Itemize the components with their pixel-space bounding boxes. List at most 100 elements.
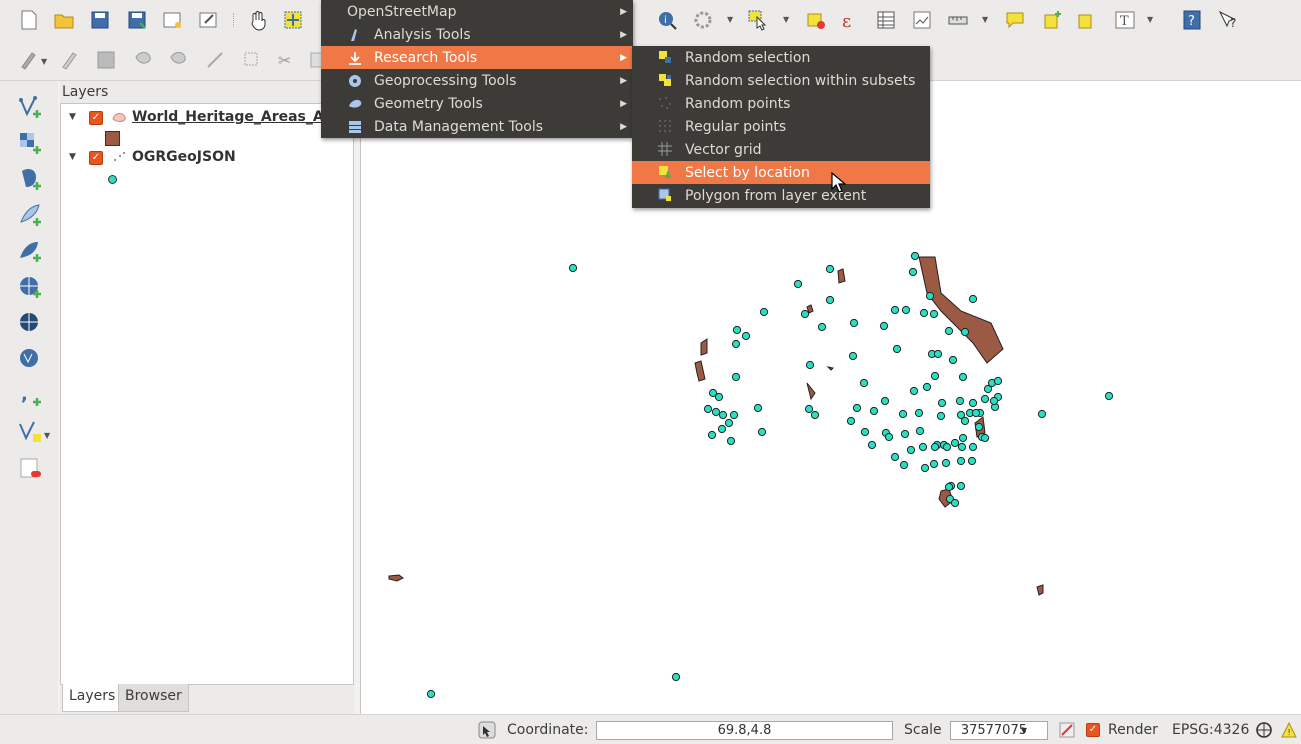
menu-item-random-points[interactable]: Random points	[632, 92, 930, 115]
text-annotation-icon[interactable]: T	[1112, 7, 1138, 33]
site-point	[879, 321, 889, 331]
add-postgis-layer-icon[interactable]	[15, 164, 45, 194]
help-contents-icon[interactable]: ?	[1179, 7, 1205, 33]
field-calculator-icon[interactable]: ε	[838, 7, 864, 33]
mouse-coordinate-icon[interactable]	[478, 721, 496, 739]
chevron-down-icon[interactable]: ▼	[1021, 722, 1027, 739]
collapse-arrow-icon[interactable]: ▼	[69, 112, 76, 122]
heritage-area-polygon	[918, 256, 1004, 364]
save-project-icon[interactable]	[87, 7, 113, 33]
layer-row-world-heritage[interactable]: ▼ ✓ World_Heritage_Areas_Aus	[61, 107, 353, 129]
menu-item-random-selection[interactable]: Random selection	[632, 46, 930, 69]
menu-item-data-management-tools[interactable]: Data Management Tools ▶	[321, 115, 633, 138]
vector-grid-icon	[658, 142, 672, 156]
save-as-icon[interactable]	[124, 7, 150, 33]
layer-row-ogrgeojson[interactable]: ▼ ✓ OGRGeoJSON	[61, 147, 353, 169]
crs-globe-icon[interactable]	[1255, 721, 1273, 739]
messages-warning-icon[interactable]: !	[1280, 721, 1298, 739]
analysis-icon	[351, 29, 357, 41]
attribute-table-icon[interactable]	[873, 7, 899, 33]
remove-layer-icon[interactable]	[15, 454, 45, 484]
new-project-icon[interactable]	[16, 7, 42, 33]
layer-visibility-checkbox[interactable]: ✓	[89, 151, 103, 165]
measure-line-icon[interactable]	[945, 7, 971, 33]
site-point	[703, 404, 713, 414]
site-point	[908, 267, 918, 277]
menu-item-random-selection-subsets[interactable]: Random selection within subsets	[632, 69, 930, 92]
add-vector-layer-icon[interactable]	[15, 92, 45, 122]
add-raster-layer-icon[interactable]	[15, 128, 45, 158]
add-mssql-layer-icon[interactable]	[15, 236, 45, 266]
menu-item-geoprocessing-tools[interactable]: Geoprocessing Tools ▶	[321, 69, 633, 92]
add-spatialite-layer-icon[interactable]	[15, 200, 45, 230]
collapse-arrow-icon[interactable]: ▼	[69, 152, 76, 162]
add-delimited-text-icon[interactable]: ,	[15, 380, 45, 410]
composer-manager-icon[interactable]	[195, 7, 221, 33]
move-feature-icon[interactable]	[166, 47, 192, 73]
site-point	[717, 424, 727, 434]
site-point	[869, 406, 879, 416]
statistical-summary-icon[interactable]	[909, 7, 935, 33]
new-bookmark-icon[interactable]	[1039, 7, 1065, 33]
select-features-icon[interactable]	[745, 7, 771, 33]
delete-selected-icon[interactable]	[239, 47, 265, 73]
layers-tree: ▼ ✓ World_Heritage_Areas_Aus ▼ ✓ OGRGeoJ…	[60, 103, 354, 685]
menu-item-regular-points[interactable]: Regular points	[632, 115, 930, 138]
menu-item-vector-grid[interactable]: Vector grid	[632, 138, 930, 161]
site-point	[880, 396, 890, 406]
tab-layers[interactable]: Layers	[62, 684, 123, 712]
map-tips-icon[interactable]	[1002, 7, 1028, 33]
layer-visibility-checkbox[interactable]: ✓	[89, 111, 103, 125]
pan-hand-icon[interactable]	[245, 7, 271, 33]
identify-features-icon[interactable]: i	[654, 7, 680, 33]
site-point	[968, 398, 978, 408]
site-point	[898, 409, 908, 419]
render-checkbox[interactable]: ✓	[1086, 723, 1100, 737]
site-point	[980, 433, 990, 443]
stop-render-icon[interactable]	[1058, 721, 1076, 739]
crs-status[interactable]: EPSG:4326	[1172, 722, 1249, 738]
svg-text:!: !	[1288, 728, 1291, 737]
submenu-arrow-icon: ▶	[620, 121, 627, 132]
new-shapefile-layer-icon[interactable]	[15, 416, 45, 446]
scale-label: Scale	[904, 722, 942, 738]
submenu-arrow-icon: ▶	[620, 6, 627, 17]
current-edits-icon[interactable]	[16, 47, 42, 73]
layers-panel: Layers ▼ ✓ World_Heritage_Areas_Aus ▼ ✓ …	[60, 81, 354, 714]
site-point	[846, 416, 856, 426]
site-point	[929, 309, 939, 319]
toggle-editing-icon[interactable]	[57, 47, 83, 73]
geoprocessing-icon	[349, 75, 361, 87]
site-point	[741, 331, 751, 341]
new-print-composer-icon[interactable]	[159, 7, 185, 33]
cut-features-icon[interactable]: ✂	[274, 47, 300, 73]
menu-item-openstreetmap[interactable]: OpenStreetMap ▶	[321, 0, 633, 23]
pan-to-selection-icon[interactable]	[280, 7, 306, 33]
tab-browser[interactable]: Browser	[118, 684, 189, 712]
coordinate-field[interactable]: 69.8,4.8	[596, 721, 893, 740]
menu-item-analysis-tools[interactable]: Analysis Tools ▶	[321, 23, 633, 46]
add-wfs-layer-icon[interactable]	[15, 344, 45, 374]
add-wcs-layer-icon[interactable]	[15, 308, 45, 338]
save-layer-edits-icon[interactable]	[93, 47, 119, 73]
open-project-icon[interactable]	[51, 7, 77, 33]
site-point	[724, 418, 734, 428]
menu-item-polygon-from-extent[interactable]: Polygon from layer extent	[632, 184, 930, 207]
show-bookmarks-icon[interactable]	[1073, 7, 1099, 33]
site-point	[825, 264, 835, 274]
whats-this-icon[interactable]: ?	[1215, 7, 1241, 33]
deselect-all-icon[interactable]	[803, 7, 829, 33]
add-feature-icon[interactable]	[131, 47, 157, 73]
heritage-area-polygon	[388, 574, 404, 582]
svg-text:?: ?	[1188, 14, 1195, 29]
svg-text:✂: ✂	[278, 51, 291, 70]
site-point	[860, 427, 870, 437]
menu-item-research-tools[interactable]: Research Tools ▶	[321, 46, 633, 69]
menu-item-select-by-location[interactable]: Select by location	[632, 161, 930, 184]
menu-item-geometry-tools[interactable]: Geometry Tools ▶	[321, 92, 633, 115]
run-feature-action-icon[interactable]	[690, 7, 716, 33]
add-wms-layer-icon[interactable]	[15, 272, 45, 302]
site-point	[711, 407, 721, 417]
scale-combobox[interactable]: 37577075 ▼	[950, 721, 1048, 740]
node-tool-icon[interactable]	[202, 47, 228, 73]
